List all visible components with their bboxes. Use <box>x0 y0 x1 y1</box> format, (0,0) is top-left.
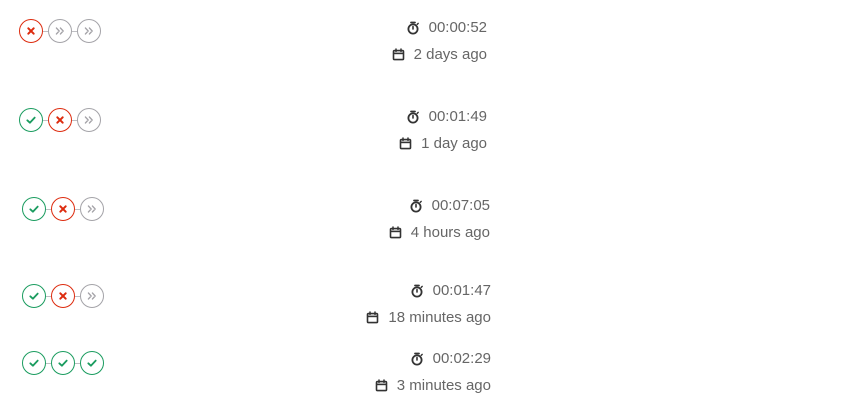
calendar-icon <box>389 226 402 239</box>
duration: 00:07:05 <box>0 192 490 219</box>
finished-time: 4 hours ago <box>0 219 490 246</box>
pipeline-timing: 00:00:52 2 days ago <box>0 14 487 68</box>
pipeline-list: 00:00:52 2 days ago 00:01:49 1 day ago 00:07… <box>0 0 853 414</box>
finished-text: 1 day ago <box>421 134 487 152</box>
timer-icon <box>410 284 424 298</box>
duration: 00:01:49 <box>0 103 487 130</box>
calendar-icon <box>375 379 388 392</box>
finished-time: 1 day ago <box>0 130 487 157</box>
timer-icon <box>406 21 420 35</box>
calendar-icon <box>392 48 405 61</box>
finished-time: 2 days ago <box>0 41 487 68</box>
duration-text: 00:01:47 <box>432 281 491 299</box>
timer-icon <box>406 110 420 124</box>
duration: 00:02:29 <box>0 345 491 372</box>
finished-text: 18 minutes ago <box>388 308 491 326</box>
duration: 00:01:47 <box>0 277 491 304</box>
calendar-icon <box>366 311 379 324</box>
timer-icon <box>410 352 424 366</box>
finished-text: 2 days ago <box>413 45 487 63</box>
duration-text: 00:02:29 <box>432 349 491 367</box>
finished-text: 4 hours ago <box>410 223 490 241</box>
finished-time: 3 minutes ago <box>0 372 491 399</box>
pipeline-timing: 00:02:29 3 minutes ago <box>0 345 491 399</box>
finished-time: 18 minutes ago <box>0 304 491 331</box>
pipeline-timing: 00:01:49 1 day ago <box>0 103 487 157</box>
duration: 00:00:52 <box>0 14 487 41</box>
finished-text: 3 minutes ago <box>396 376 491 394</box>
duration-text: 00:00:52 <box>428 18 487 36</box>
duration-text: 00:01:49 <box>428 107 487 125</box>
timer-icon <box>409 199 423 213</box>
duration-text: 00:07:05 <box>431 196 490 214</box>
calendar-icon <box>399 137 412 150</box>
pipeline-timing: 00:01:47 18 minutes ago <box>0 277 491 331</box>
pipeline-timing: 00:07:05 4 hours ago <box>0 192 490 246</box>
